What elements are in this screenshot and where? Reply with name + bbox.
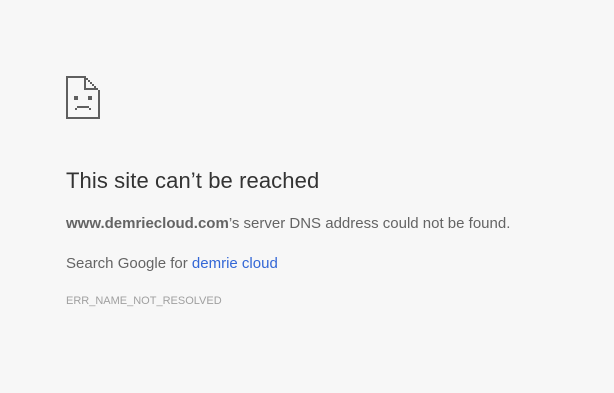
host-name: www.demriecloud.com xyxy=(66,215,229,232)
error-page: This site can’t be reached www.demrieclo… xyxy=(66,76,586,307)
search-suggestion: Search Google for demrie cloud xyxy=(66,255,278,272)
error-title: This site can’t be reached xyxy=(66,168,320,193)
message-text: ’s server DNS address could not be found… xyxy=(228,215,511,232)
search-google-link[interactable]: demrie cloud xyxy=(192,255,278,272)
error-code: ERR_NAME_NOT_RESOLVED xyxy=(66,295,222,307)
sad-page-icon xyxy=(66,76,586,119)
error-message: www.demriecloud.com’s server DNS address… xyxy=(66,215,510,232)
search-prefix-text: Search Google for xyxy=(66,255,192,272)
